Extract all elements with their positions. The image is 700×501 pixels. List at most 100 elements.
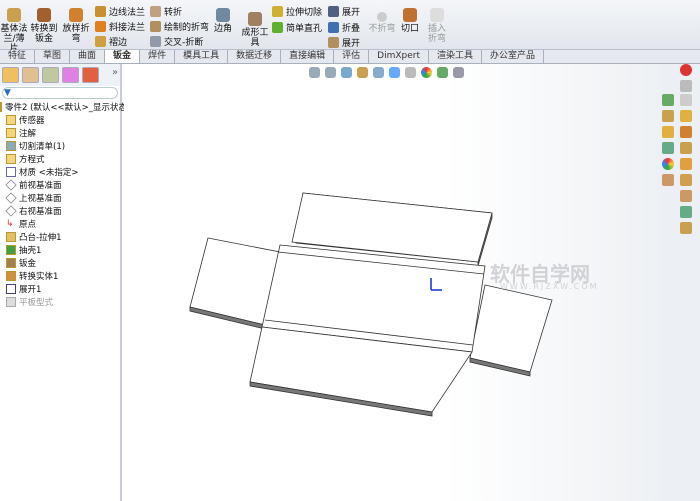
toolbox-icon[interactable] xyxy=(680,110,692,122)
extruded-cut-button[interactable]: 拉伸切除 xyxy=(272,4,322,18)
tab-data-migration[interactable]: 数据迁移 xyxy=(228,50,282,63)
custom-properties-icon[interactable] xyxy=(662,142,674,154)
convert-solid-icon xyxy=(6,270,16,281)
watermark-url: WWW.RJZXW.COM xyxy=(500,282,599,291)
tab-evaluate[interactable]: 评估 xyxy=(334,50,370,63)
tree-item-cut-list[interactable]: 切割清单(1) xyxy=(0,139,120,152)
graphics-area[interactable]: 软件自学网 WWW.RJZXW.COM xyxy=(124,64,660,501)
file-explorer-icon[interactable] xyxy=(680,94,692,106)
smart-components-icon[interactable] xyxy=(680,206,692,218)
tab-sheet-metal[interactable]: 钣金 xyxy=(105,50,141,63)
tab-office-products[interactable]: 办公室产品 xyxy=(482,50,545,63)
fold-button[interactable]: 折叠 xyxy=(328,20,360,34)
insert-bends-button[interactable]: 插入折弯 xyxy=(424,8,450,44)
tab-surfaces[interactable]: 曲面 xyxy=(70,50,106,63)
filter-input[interactable]: ▼ xyxy=(2,87,118,99)
plane-icon xyxy=(5,191,17,204)
design-library-icon[interactable] xyxy=(680,80,692,92)
tree-item-flat-pattern[interactable]: 平板型式 xyxy=(0,295,120,308)
tree-item-unfold[interactable]: 展开1 xyxy=(0,282,120,295)
decals-icon[interactable] xyxy=(680,222,692,234)
no-bends-button[interactable]: 不折弯 xyxy=(368,12,396,34)
features-library-icon[interactable] xyxy=(680,142,692,154)
flatten-button[interactable]: 展开 xyxy=(328,35,360,49)
tree-item-right-plane[interactable]: 右视基准面 xyxy=(0,204,120,217)
material-icon xyxy=(6,166,16,177)
feature-tree: 零件2 (默认<<默认>_显示状态 传感器 注解 切割清单(1) 方程式 材质 … xyxy=(0,100,127,308)
tree-item-front-plane[interactable]: 前视基准面 xyxy=(0,178,120,191)
rip-button[interactable]: 切口 xyxy=(400,8,420,34)
sketched-bend-button[interactable]: 绘制的折弯 xyxy=(150,19,209,33)
appearances-icon[interactable] xyxy=(662,110,674,122)
cut-list-icon xyxy=(6,140,16,151)
tree-item-shell[interactable]: 抽壳1 xyxy=(0,243,120,256)
routing-icon[interactable] xyxy=(680,158,692,170)
unfold-icon xyxy=(6,283,16,294)
sheet-metal-icon xyxy=(6,257,16,268)
plane-icon xyxy=(5,204,17,217)
tree-item-origin[interactable]: ↳ 原点 xyxy=(0,217,120,230)
tab-sketch[interactable]: 草图 xyxy=(35,50,71,63)
parts-library-icon[interactable] xyxy=(680,190,692,202)
property-manager-tab[interactable] xyxy=(22,67,39,83)
extrude-icon xyxy=(6,231,16,242)
plane-icon xyxy=(5,178,17,191)
command-manager: 基体法兰/薄片 转换到钣金 放样折弯 边线法兰 斜接法兰 褶边 转折 绘制的折弯… xyxy=(0,0,700,54)
tab-render-tools[interactable]: 渲染工具 xyxy=(429,50,482,63)
expand-panel-button[interactable]: » xyxy=(112,67,118,83)
dimxpert-manager-tab[interactable] xyxy=(62,67,79,83)
sketched-bend-icon xyxy=(150,20,161,32)
task-pane-tabs xyxy=(660,64,700,501)
sensors-icon xyxy=(6,114,16,125)
tab-mold-tools[interactable]: 模具工具 xyxy=(175,50,229,63)
tree-item-equations[interactable]: 方程式 xyxy=(0,152,120,165)
tree-item-top-plane[interactable]: 上视基准面 xyxy=(0,191,120,204)
miter-flange-button[interactable]: 斜接法兰 xyxy=(95,19,145,33)
tab-features[interactable]: 特征 xyxy=(0,50,36,63)
base-flange-button[interactable]: 基体法兰/薄片 xyxy=(0,8,28,54)
tree-item-annotations[interactable]: 注解 xyxy=(0,126,120,139)
shell-icon xyxy=(6,244,16,255)
tree-item-sheet-metal[interactable]: 钣金 xyxy=(0,256,120,269)
tree-item-material[interactable]: 材质 <未指定> xyxy=(0,165,120,178)
configuration-manager-tab[interactable] xyxy=(42,67,59,83)
tree-root-part[interactable]: 零件2 (默认<<默认>_显示状态 xyxy=(0,100,127,113)
feature-manager-panel: » ▼ 零件2 (默认<<默认>_显示状态 传感器 注解 切割清单(1) 方程式… xyxy=(0,64,127,501)
lofted-bend-button[interactable]: 放样折弯 xyxy=(62,8,90,44)
annotations-icon xyxy=(6,127,16,138)
folder-icon[interactable] xyxy=(662,126,674,138)
jog-icon xyxy=(150,5,161,17)
display-manager-tab[interactable] xyxy=(82,67,99,83)
forming-tools-icon[interactable] xyxy=(680,126,692,138)
tree-item-sensors[interactable]: 传感器 xyxy=(0,113,120,126)
feature-manager-tab[interactable] xyxy=(2,67,19,83)
corners-button[interactable]: 边角 xyxy=(212,8,234,34)
hem-icon xyxy=(95,35,106,47)
extruded-cut-icon xyxy=(272,5,283,17)
flat-pattern-icon xyxy=(6,296,16,307)
color-icon[interactable] xyxy=(662,158,674,170)
fold-icon xyxy=(328,21,339,33)
sheet-metal-library-icon[interactable] xyxy=(680,174,692,186)
unfold-button[interactable]: 展开 xyxy=(328,4,360,18)
solidworks-resources-icon[interactable] xyxy=(680,64,692,76)
tab-direct-editing[interactable]: 直接编辑 xyxy=(281,50,335,63)
tree-item-convert-solid[interactable]: 转换实体1 xyxy=(0,269,120,282)
tree-item-boss-extrude[interactable]: 凸台-拉伸1 xyxy=(0,230,120,243)
command-tabs: 特征 草图 曲面 钣金 焊件 模具工具 数据迁移 直接编辑 评估 DimXper… xyxy=(0,50,700,64)
forming-tool-button[interactable]: 成形工具 xyxy=(240,12,270,48)
view-palette-icon[interactable] xyxy=(662,94,674,106)
scenes-icon[interactable] xyxy=(662,174,674,186)
simple-hole-button[interactable]: 简单直孔 xyxy=(272,20,322,34)
cross-break-button[interactable]: 交叉-折断 xyxy=(150,34,203,48)
right-flap xyxy=(469,284,553,373)
tab-weldments[interactable]: 焊件 xyxy=(140,50,176,63)
edge-flange-button[interactable]: 边线法兰 xyxy=(95,4,145,18)
miter-flange-icon xyxy=(95,20,106,32)
jog-button[interactable]: 转折 xyxy=(150,4,182,18)
convert-to-sheet-metal-button[interactable]: 转换到钣金 xyxy=(30,8,58,44)
simple-hole-icon xyxy=(272,21,283,33)
tab-dimxpert[interactable]: DimXpert xyxy=(369,50,429,63)
origin-icon: ↳ xyxy=(6,218,16,229)
hem-button[interactable]: 褶边 xyxy=(95,34,127,48)
